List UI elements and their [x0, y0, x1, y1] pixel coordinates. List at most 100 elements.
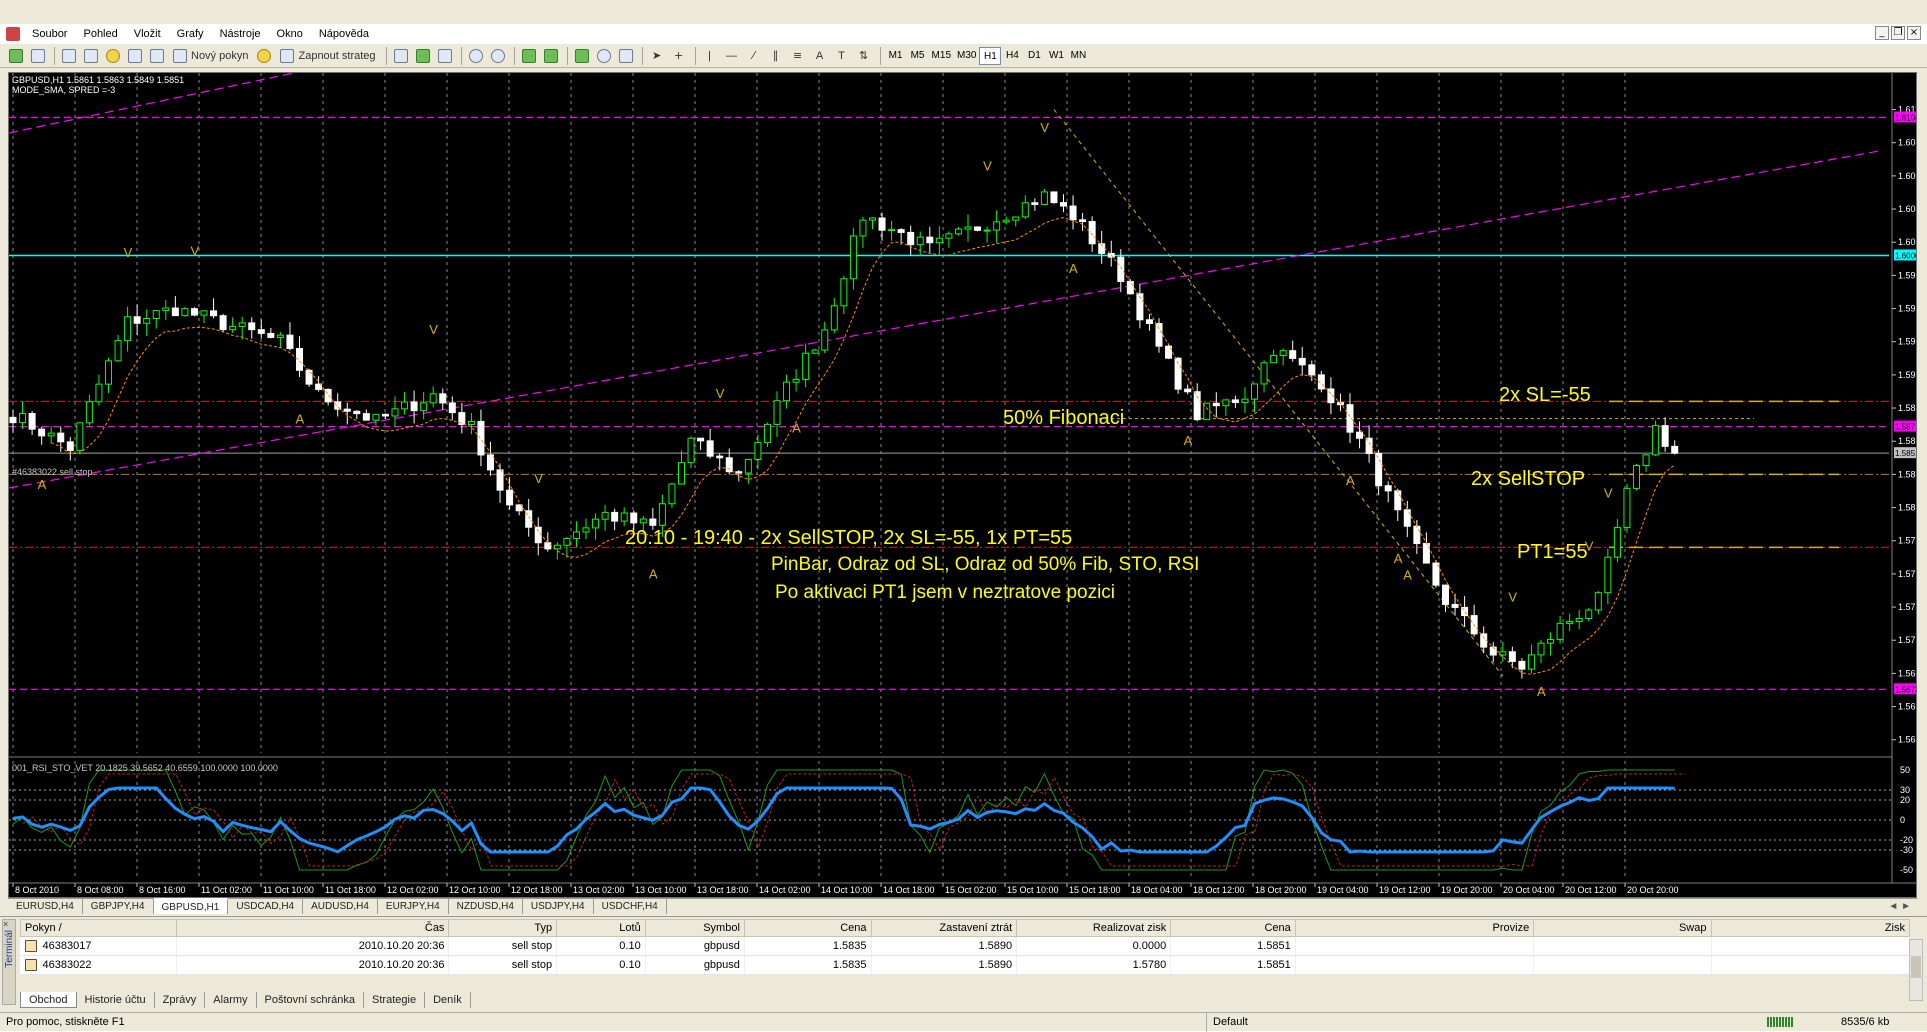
col-takeprofit[interactable]: Realizovat zisk: [1016, 919, 1172, 937]
timeframe-m1[interactable]: M1: [885, 47, 907, 65]
line-chart-button[interactable]: [435, 46, 455, 66]
time-tick-label: 12 Oct 18:00: [511, 885, 563, 895]
col-type[interactable]: Typ: [448, 919, 558, 937]
gbpusd-h1-chart[interactable]: VVAAVVAVAVVAAAAAVAVV 1.61101.60851.60601…: [9, 73, 1916, 897]
tab-gbpusd-h1[interactable]: GBPUSD,H1: [153, 898, 229, 914]
menu-nastroje[interactable]: Nástroje: [212, 24, 269, 44]
tester-button[interactable]: [147, 46, 167, 66]
timeframe-m5[interactable]: M5: [907, 47, 929, 65]
restore-icon[interactable]: ❐: [1891, 26, 1905, 40]
crosshair-button[interactable]: +: [669, 46, 689, 66]
close-icon[interactable]: ×: [3, 919, 8, 929]
autotrading-button[interactable]: Zapnout strateg: [276, 46, 379, 66]
channel-button[interactable]: ∥: [766, 46, 786, 66]
indicators-button[interactable]: [572, 46, 592, 66]
col-profit[interactable]: Zisk: [1710, 919, 1910, 937]
menu-napoveda[interactable]: Nápověda: [311, 24, 377, 44]
tab-denik[interactable]: Deník: [425, 992, 471, 1008]
col-commission[interactable]: Provize: [1294, 919, 1535, 937]
data-window-button[interactable]: [81, 46, 101, 66]
col-swap[interactable]: Swap: [1533, 919, 1712, 937]
minimize-icon[interactable]: _: [1875, 26, 1889, 40]
tab-postovni-schranka[interactable]: Poštovní schránka: [257, 992, 365, 1008]
profiles-button[interactable]: [28, 46, 48, 66]
timeframe-mn[interactable]: MN: [1067, 47, 1089, 65]
window-controls: _ ❐ ×: [1875, 26, 1921, 40]
tab-zpravy[interactable]: Zprávy: [155, 992, 206, 1008]
new-order-button[interactable]: Nový pokyn: [169, 46, 252, 66]
zoom-in-button[interactable]: [466, 46, 486, 66]
timeframe-h4[interactable]: H4: [1001, 47, 1023, 65]
arrows-button[interactable]: ⇅: [854, 46, 874, 66]
tab-strategie[interactable]: Strategie: [364, 992, 426, 1008]
timeframe-h1[interactable]: H1: [979, 46, 1002, 65]
col-current-price[interactable]: Cena: [1170, 919, 1296, 937]
close-icon[interactable]: ×: [1907, 26, 1921, 40]
table-row[interactable]: 46383022 2010.10.20 20:36 sell stop 0.10…: [20, 955, 1910, 975]
menu-pohled[interactable]: Pohled: [75, 24, 125, 44]
metaeditor-button[interactable]: [254, 46, 274, 66]
bar-chart-button[interactable]: [391, 46, 411, 66]
scrollbar-thumb[interactable]: [1911, 956, 1921, 978]
terminal-scrollbar[interactable]: [1909, 939, 1923, 1001]
crosshair-icon: [84, 48, 98, 63]
candle-body: [592, 518, 600, 529]
indicator-axis-label: -50: [1900, 865, 1913, 875]
fibonacci-button[interactable]: ≡: [788, 46, 808, 66]
tab-gbpjpy-h4[interactable]: GBPJPY,H4: [83, 899, 154, 914]
tab-usdcad-h4[interactable]: USDCAD,H4: [228, 899, 304, 914]
candle-body: [1346, 404, 1354, 433]
templates-button[interactable]: [616, 46, 636, 66]
timeframe-d1[interactable]: D1: [1023, 47, 1045, 65]
candle-body: [849, 235, 857, 280]
table-row[interactable]: 46383017 2010.10.20 20:36 sell stop 0.10…: [20, 936, 1910, 956]
menu-okno[interactable]: Okno: [269, 24, 311, 44]
col-symbol[interactable]: Symbol: [644, 919, 745, 937]
col-lots[interactable]: Lotů: [556, 919, 646, 937]
cursor-button[interactable]: ➤: [647, 46, 667, 66]
text-button[interactable]: A: [810, 46, 830, 66]
col-price[interactable]: Cena: [743, 919, 872, 937]
zoom-out-button[interactable]: [488, 46, 508, 66]
market-watch-button[interactable]: [59, 46, 79, 66]
timeframe-m15[interactable]: M15: [929, 47, 954, 65]
connection-bars-icon: [1767, 1017, 1793, 1027]
col-order[interactable]: Pokyn /: [19, 919, 178, 937]
status-profile[interactable]: Default: [1206, 1013, 1626, 1032]
new-chart-button[interactable]: [6, 46, 26, 66]
indicator-axis-label: 20: [1900, 795, 1910, 805]
menu-soubor[interactable]: Soubor: [24, 24, 75, 44]
col-stoploss[interactable]: Zastavení ztrát: [870, 919, 1018, 937]
tab-alarmy[interactable]: Alarmy: [205, 992, 257, 1008]
periods-button[interactable]: [594, 46, 614, 66]
tab-scroll-arrows[interactable]: ◄ ►: [1888, 899, 1911, 914]
trendline-button[interactable]: ⁄: [744, 46, 764, 66]
navigator-button[interactable]: [103, 46, 123, 66]
col-time[interactable]: Čas: [176, 919, 450, 937]
tab-nzdusd-h4[interactable]: NZDUSD,H4: [449, 899, 523, 914]
horizontal-line-button[interactable]: —: [722, 46, 742, 66]
candle-body: [477, 420, 485, 456]
candle-body: [85, 401, 93, 424]
candle-chart-button[interactable]: [413, 46, 433, 66]
tab-eurusd-h4[interactable]: EURUSD,H4: [8, 899, 83, 914]
tab-historie-uctu[interactable]: Historie účtu: [77, 992, 155, 1008]
menu-grafy[interactable]: Grafy: [169, 24, 212, 44]
terminal-button[interactable]: [125, 46, 145, 66]
chart-shift-button[interactable]: [541, 46, 561, 66]
time-tick-label: 12 Oct 10:00: [449, 885, 501, 895]
timeframe-w1[interactable]: W1: [1045, 47, 1067, 65]
tab-obchod[interactable]: Obchod: [20, 992, 77, 1008]
price-tick-label: 1.5660: [1898, 702, 1916, 712]
tab-usdjpy-h4[interactable]: USDJPY,H4: [523, 899, 594, 914]
tab-audusd-h4[interactable]: AUDUSD,H4: [303, 899, 378, 914]
autoscroll-button[interactable]: [519, 46, 539, 66]
chart-window[interactable]: VVAAVVAVAVVAAAAAVAVV 1.61101.60851.60601…: [8, 72, 1917, 898]
text-label-button[interactable]: T: [832, 46, 852, 66]
order-type: sell stop: [448, 936, 558, 956]
tab-eurjpy-h4[interactable]: EURJPY,H4: [378, 899, 449, 914]
tab-usdchf-h4[interactable]: USDCHF,H4: [594, 899, 667, 914]
menu-vlozit[interactable]: Vložit: [126, 24, 169, 44]
vertical-line-button[interactable]: |: [700, 46, 720, 66]
timeframe-m30[interactable]: M30: [954, 47, 979, 65]
